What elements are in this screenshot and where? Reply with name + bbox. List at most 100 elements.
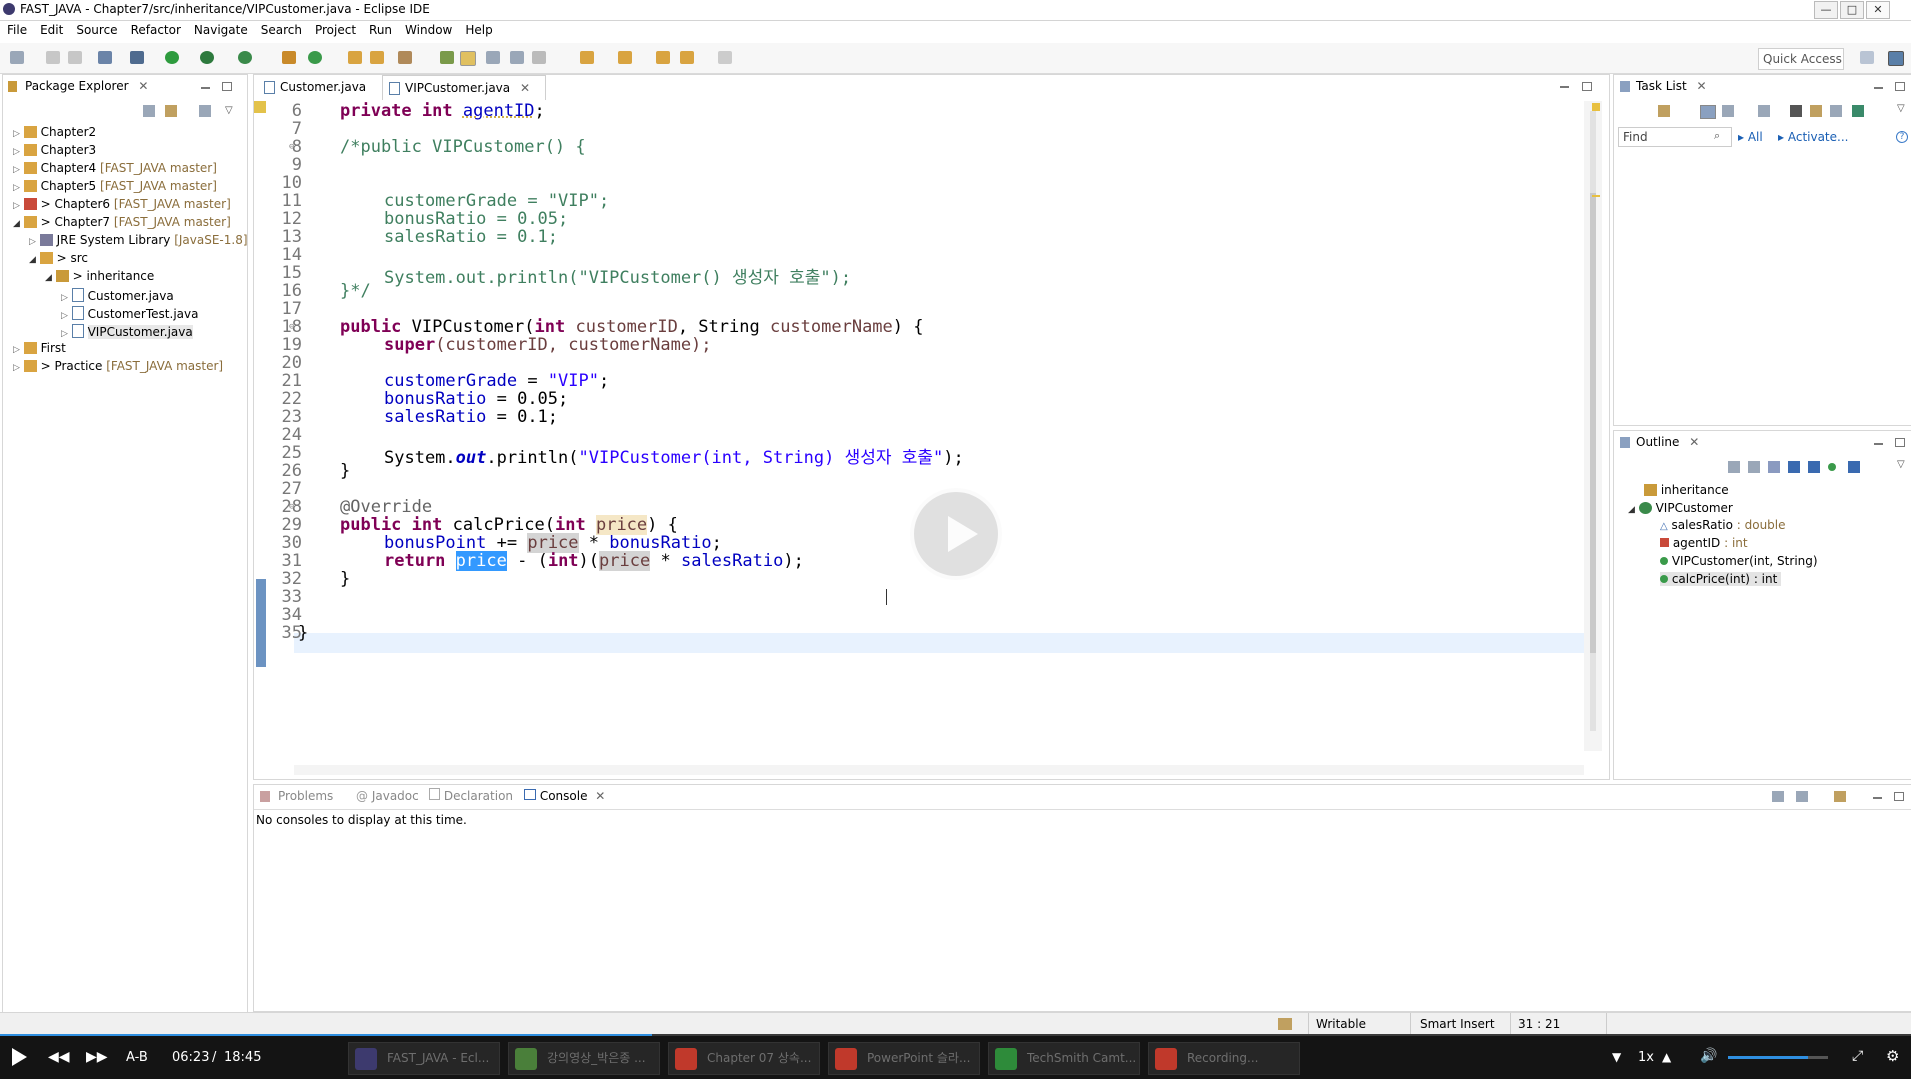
tab-console[interactable]: Console ✕ bbox=[524, 785, 605, 807]
menu-edit[interactable]: Edit bbox=[33, 21, 69, 37]
minimize-button[interactable]: — bbox=[1814, 1, 1838, 19]
overview-warning-marker[interactable] bbox=[1592, 103, 1600, 111]
outline-item-class[interactable]: ◢ VIPCustomer bbox=[1628, 500, 1733, 515]
block-selection-icon[interactable] bbox=[486, 51, 500, 64]
fullscreen-icon[interactable]: ⤢ bbox=[1852, 1048, 1863, 1064]
new-task-icon[interactable] bbox=[1658, 105, 1670, 117]
last-edit-icon[interactable] bbox=[656, 51, 670, 64]
view-menu-icon[interactable]: ▽ bbox=[1897, 459, 1905, 470]
taskbar-app-chapter07[interactable]: Chapter 07 상속... bbox=[668, 1042, 820, 1075]
vertical-scrollbar[interactable] bbox=[1584, 101, 1602, 751]
task-list-tab[interactable]: Task List ✕ bbox=[1636, 75, 1707, 97]
taskbar-app-recording[interactable]: Recording... bbox=[1148, 1042, 1300, 1075]
mark-occurrences-icon[interactable] bbox=[460, 51, 476, 66]
volume-icon[interactable]: 🔊 bbox=[1700, 1048, 1717, 1064]
taskbar-app-eclipse[interactable]: FAST_JAVA - Ecl... bbox=[348, 1042, 500, 1075]
tree-item-chapter6[interactable]: ▷ > Chapter6 [FAST_JAVA master] bbox=[13, 196, 231, 211]
playback-speed[interactable]: 1x bbox=[1638, 1050, 1654, 1065]
fold-icon[interactable]: ⊖ bbox=[289, 322, 294, 332]
maximize-icon[interactable] bbox=[1895, 438, 1905, 447]
tab-declaration[interactable]: Declaration bbox=[429, 785, 513, 807]
save-all-icon[interactable] bbox=[68, 51, 82, 64]
collapse-all-icon[interactable] bbox=[143, 105, 155, 117]
close-icon[interactable]: ✕ bbox=[138, 79, 148, 93]
tree-item-chapter2[interactable]: ▷ Chapter2 bbox=[13, 124, 96, 139]
open-type-icon[interactable] bbox=[348, 51, 362, 64]
sort-icon[interactable] bbox=[1768, 461, 1780, 473]
help-icon[interactable]: ? bbox=[1896, 131, 1908, 143]
external-tools-icon[interactable] bbox=[238, 51, 252, 64]
menu-file[interactable]: File bbox=[0, 21, 33, 37]
outline-item-package[interactable]: inheritance bbox=[1644, 482, 1729, 497]
collapse-all-icon[interactable] bbox=[1748, 461, 1760, 473]
settings-gear-icon[interactable]: ⚙ bbox=[1886, 1047, 1899, 1065]
pin-console-icon[interactable] bbox=[1772, 791, 1784, 802]
close-icon[interactable]: ✕ bbox=[520, 81, 530, 95]
save-icon[interactable] bbox=[46, 51, 60, 64]
tree-item-chapter7[interactable]: ◢ > Chapter7 [FAST_JAVA master] bbox=[13, 214, 231, 229]
outline-item-salesratio[interactable]: △ salesRatio : double bbox=[1660, 518, 1786, 532]
debug-icon[interactable] bbox=[130, 51, 144, 64]
tree-item-first[interactable]: ▷ First bbox=[13, 340, 66, 355]
hide-fields-icon[interactable] bbox=[1788, 461, 1800, 473]
tree-item-customertest-java[interactable]: ▷ CustomerTest.java bbox=[61, 304, 198, 321]
focus-task-icon[interactable] bbox=[199, 105, 211, 117]
show-whitespace-icon[interactable] bbox=[532, 51, 546, 64]
run-icon[interactable] bbox=[165, 51, 179, 64]
tree-item-customer-java[interactable]: ▷ Customer.java bbox=[61, 286, 174, 303]
menu-navigate[interactable]: Navigate bbox=[187, 21, 254, 37]
tab-customer-java[interactable]: Customer.java bbox=[258, 75, 390, 99]
close-icon[interactable]: ✕ bbox=[1697, 79, 1707, 93]
focus-icon[interactable] bbox=[1728, 461, 1740, 473]
link-icon[interactable] bbox=[1852, 105, 1864, 117]
open-task-icon[interactable] bbox=[370, 51, 384, 64]
minimize-icon[interactable] bbox=[1560, 86, 1569, 88]
tree-item-practice[interactable]: ▷ > Practice [FAST_JAVA master] bbox=[13, 358, 223, 373]
close-icon[interactable]: ✕ bbox=[1689, 435, 1699, 449]
open-perspective-icon[interactable] bbox=[1860, 51, 1874, 64]
volume-slider-fill[interactable] bbox=[1728, 1056, 1808, 1059]
tab-javadoc[interactable]: @ Javadoc bbox=[356, 785, 419, 807]
close-button[interactable]: ✕ bbox=[1866, 1, 1890, 19]
up-arrow-icon[interactable]: ▲ bbox=[1662, 1050, 1671, 1064]
outline-tab[interactable]: Outline ✕ bbox=[1636, 431, 1699, 453]
hide-completed-icon[interactable] bbox=[1790, 105, 1802, 117]
maximize-icon[interactable] bbox=[1895, 82, 1905, 91]
tree-item-chapter5[interactable]: ▷ Chapter5 [FAST_JAVA master] bbox=[13, 178, 217, 193]
forward-icon[interactable] bbox=[718, 51, 732, 64]
scrollbar-thumb[interactable] bbox=[1590, 193, 1596, 653]
volume-slider-track[interactable] bbox=[1728, 1056, 1828, 1059]
menu-run[interactable]: Run bbox=[362, 21, 398, 37]
activate-link[interactable]: ▸ Activate... bbox=[1778, 130, 1848, 144]
menu-refactor[interactable]: Refactor bbox=[124, 21, 187, 37]
outline-item-agentid[interactable]: agentID : int bbox=[1660, 536, 1748, 550]
fold-icon[interactable]: ⊖ bbox=[289, 142, 294, 152]
taskbar-app-powerpoint[interactable]: PowerPoint 슬라... bbox=[828, 1042, 980, 1075]
hide-local-types-icon[interactable] bbox=[1848, 461, 1860, 473]
all-link[interactable]: ▸ All bbox=[1738, 130, 1763, 144]
close-icon[interactable]: ✕ bbox=[595, 789, 605, 803]
minimize-icon[interactable] bbox=[1874, 87, 1883, 89]
minimize-icon[interactable] bbox=[1873, 797, 1882, 799]
forward-button[interactable]: ▶▶ bbox=[86, 1049, 108, 1065]
filter-dropdown-icon[interactable]: ▼ bbox=[1612, 1050, 1621, 1064]
tree-item-inheritance[interactable]: ◢ > inheritance bbox=[45, 268, 154, 283]
next-annotation-icon[interactable] bbox=[580, 51, 594, 64]
menu-window[interactable]: Window bbox=[398, 21, 458, 37]
maximize-icon[interactable] bbox=[222, 82, 232, 91]
tree-item-vipcustomer-java[interactable]: ▷ VIPCustomer.java bbox=[61, 322, 193, 339]
taskbar-app-camtasia[interactable]: TechSmith Camt... bbox=[988, 1042, 1140, 1075]
new-class-icon[interactable] bbox=[308, 51, 322, 64]
minimize-icon[interactable] bbox=[201, 87, 210, 89]
maximize-icon[interactable] bbox=[1582, 82, 1592, 91]
tree-item-chapter3[interactable]: ▷ Chapter3 bbox=[13, 142, 96, 157]
rewind-button[interactable]: ◀◀ bbox=[48, 1049, 70, 1065]
menu-project[interactable]: Project bbox=[308, 21, 362, 37]
fold-icon[interactable]: ⊖ bbox=[289, 502, 294, 512]
back-icon[interactable] bbox=[680, 51, 694, 64]
tab-problems[interactable]: Problems bbox=[278, 785, 333, 807]
sync-icon[interactable] bbox=[1810, 105, 1822, 117]
menu-search[interactable]: Search bbox=[254, 21, 308, 37]
tree-item-chapter4[interactable]: ▷ Chapter4 [FAST_JAVA master] bbox=[13, 160, 217, 175]
quick-access-input[interactable]: Quick Access bbox=[1758, 48, 1844, 70]
